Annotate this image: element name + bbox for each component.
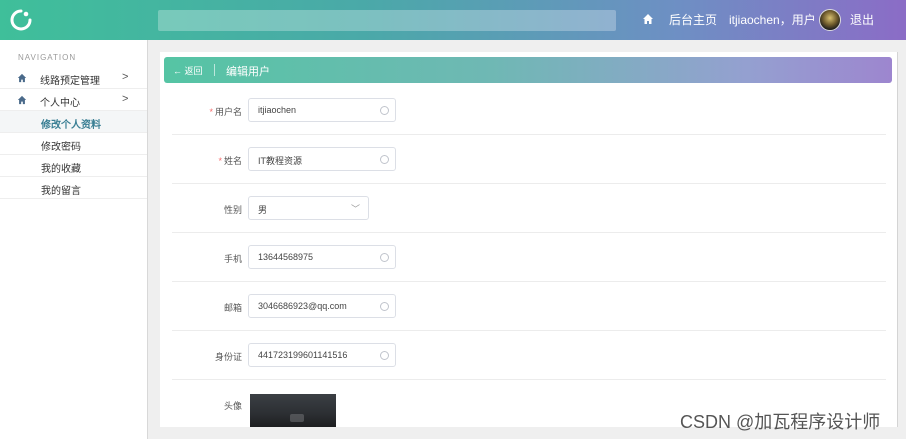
- watermark: CSDN @加瓦程序设计师: [680, 412, 881, 432]
- row-divider: [172, 281, 886, 282]
- nav-title: NAVIGATION: [18, 53, 77, 62]
- idcard-label: 身份证: [214, 352, 242, 362]
- page-title: 编辑用户: [226, 66, 270, 78]
- name-label: * 姓名: [218, 156, 242, 166]
- back-button[interactable]: ← 返回: [173, 64, 203, 77]
- sidebar-subitem-label: 修改个人资料: [41, 120, 101, 131]
- sidebar-subitem-change-password[interactable]: 修改密码: [0, 133, 147, 155]
- avatar[interactable]: [819, 9, 841, 31]
- username-label: * 用户名: [209, 107, 242, 117]
- avatar-image-detail: [290, 414, 304, 422]
- email-value: 3046686923@qq.com: [258, 301, 347, 311]
- username-field[interactable]: itjiaochen: [248, 98, 396, 122]
- sidebar-item-label: 个人中心: [40, 98, 80, 109]
- user-label: itjiaochen，用户: [729, 13, 816, 27]
- clear-icon[interactable]: [380, 302, 389, 311]
- row-divider: [172, 232, 886, 233]
- sidebar-subitem-label: 我的收藏: [41, 164, 81, 175]
- avatar-label: 头像: [223, 401, 242, 411]
- gender-label: 性别: [223, 205, 242, 215]
- avatar-upload-image[interactable]: [250, 394, 336, 427]
- home-link[interactable]: 后台主页: [669, 12, 717, 28]
- logout-link[interactable]: 退出: [850, 12, 874, 28]
- idcard-field[interactable]: 441723199601141516: [248, 343, 396, 367]
- email-label: 邮箱: [223, 303, 242, 313]
- sidebar-subitem-label: 我的留言: [41, 186, 81, 197]
- top-search-bar[interactable]: [158, 10, 616, 31]
- clear-icon[interactable]: [380, 155, 389, 164]
- gender-value: 男: [258, 205, 268, 215]
- sidebar-item-label: 线路预定管理: [40, 76, 100, 87]
- email-field[interactable]: 3046686923@qq.com: [248, 294, 396, 318]
- sidebar-subitem-favorites[interactable]: 我的收藏: [0, 155, 147, 177]
- chevron-right-icon: >: [122, 71, 129, 83]
- clear-icon[interactable]: [380, 106, 389, 115]
- phone-label: 手机: [223, 254, 242, 264]
- home-icon: [643, 14, 653, 24]
- idcard-value: 441723199601141516: [258, 350, 348, 360]
- home-icon: [17, 95, 27, 105]
- sidebar-subitem-label: 修改密码: [41, 142, 81, 153]
- chevron-down-icon: ﹀: [350, 204, 360, 214]
- panel-header: [164, 57, 892, 83]
- scrollbar[interactable]: [897, 52, 898, 427]
- row-divider: [172, 330, 886, 331]
- chevron-right-icon: >: [122, 93, 129, 105]
- logo-icon[interactable]: [10, 9, 32, 31]
- sidebar-item-personal-center[interactable]: 个人中心 >: [0, 89, 147, 111]
- username-value: itjiaochen: [258, 105, 297, 115]
- sidebar-subitem-messages[interactable]: 我的留言: [0, 177, 147, 199]
- row-divider: [172, 134, 886, 135]
- name-value: IT教程资源: [258, 156, 302, 166]
- phone-value: 13644568975: [258, 252, 314, 262]
- divider: [214, 64, 215, 76]
- sidebar-subitem-edit-profile[interactable]: 修改个人资料: [0, 111, 147, 133]
- phone-field[interactable]: 13644568975: [248, 245, 396, 269]
- clear-icon[interactable]: [380, 351, 389, 360]
- row-divider: [172, 379, 886, 380]
- name-field[interactable]: IT教程资源: [248, 147, 396, 171]
- home-icon: [17, 73, 27, 83]
- clear-icon[interactable]: [380, 253, 389, 262]
- sidebar-item-route-booking[interactable]: 线路预定管理 >: [0, 67, 147, 89]
- sidebar: NAVIGATION 线路预定管理 > 个人中心 > 修改个人资料 修改密码 我…: [0, 40, 148, 439]
- row-divider: [172, 183, 886, 184]
- gender-select[interactable]: 男 ﹀: [248, 196, 369, 220]
